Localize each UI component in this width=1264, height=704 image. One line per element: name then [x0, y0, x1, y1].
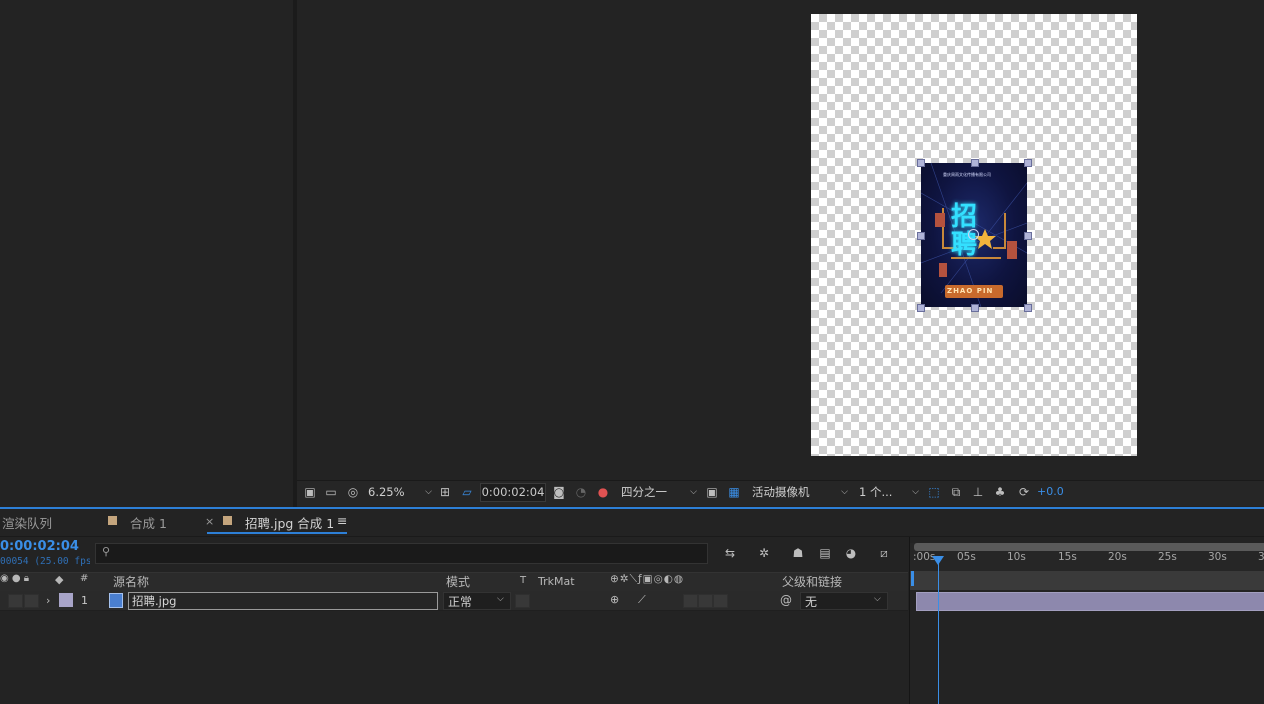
fast-previews-icon[interactable]: ⧉	[948, 485, 964, 499]
poster-top-text: 重庆周雨文化传播有限公司	[943, 172, 991, 177]
flowchart-icon[interactable]: ♣	[992, 485, 1008, 499]
always-preview-icon[interactable]: ▣	[302, 485, 318, 499]
views-dropdown[interactable]: 1 个... ⌵	[859, 484, 919, 500]
ruler-label-25: 25s	[1158, 551, 1177, 563]
solo-toggle[interactable]	[24, 594, 39, 608]
transform-handle-b[interactable]	[971, 304, 979, 312]
transform-handle-t[interactable]	[971, 159, 979, 167]
transform-handle-r[interactable]	[1024, 232, 1032, 240]
work-area-start-handle[interactable]	[911, 571, 914, 586]
transparency-grid-icon[interactable]: ▦	[726, 485, 742, 499]
layer-switches-icons: ⊕✲⟍ƒ▣◎◐◍	[610, 573, 685, 585]
header-source-name[interactable]: 源名称	[113, 573, 149, 590]
pick-whip-icon[interactable]: @	[780, 593, 792, 607]
close-tab-icon[interactable]: ×	[205, 515, 214, 528]
draft-3d-icon[interactable]: ✲	[756, 546, 772, 560]
mask-path-icon[interactable]: ▱	[459, 485, 475, 499]
header-parent: 父级和链接	[782, 575, 843, 589]
active-comp-color-swatch	[223, 516, 232, 525]
timeline-current-time[interactable]: 0:00:02:04	[0, 539, 79, 554]
adjustment-layer-switch[interactable]	[698, 594, 713, 608]
timeline-icon[interactable]: ⊥	[970, 485, 986, 499]
title-safe-icon[interactable]: ⊞	[437, 485, 453, 499]
layer-duration-bar[interactable]	[916, 592, 1264, 611]
timeline-tabbar	[0, 509, 1264, 537]
video-toggle[interactable]	[8, 594, 23, 608]
exposure-value[interactable]: +0.0	[1037, 485, 1064, 498]
playhead-handle[interactable]	[932, 556, 944, 565]
reset-exposure-icon[interactable]: ⟳	[1016, 485, 1032, 499]
motion-blur-switch[interactable]	[683, 594, 698, 608]
label-icon[interactable]: ◆	[55, 573, 63, 586]
ruler-label-15: 15s	[1058, 551, 1077, 563]
frame-blending-icon[interactable]: ▤	[817, 546, 833, 560]
layer-number: 1	[81, 594, 88, 607]
header-trkmat: TrkMat	[538, 575, 575, 588]
transform-handle-bl[interactable]	[917, 304, 925, 312]
project-panel	[0, 0, 293, 507]
zoom-value: 6.25%	[368, 485, 405, 499]
tab-comp1[interactable]: 合成 1	[130, 513, 167, 532]
comp1-color-swatch	[108, 516, 117, 525]
hide-shy-layers-icon[interactable]: ☗	[790, 546, 806, 560]
time-navigator-bar[interactable]	[914, 543, 1264, 551]
ruler-label-10: 10s	[1007, 551, 1026, 563]
channel-rgb-icon[interactable]: ●	[595, 485, 611, 499]
mode-caret-icon: ⌵	[497, 594, 504, 604]
shy-switch-icon[interactable]: ⊕	[610, 593, 619, 606]
ruler-label-35: 3	[1258, 551, 1264, 563]
transform-handle-br[interactable]	[1024, 304, 1032, 312]
comp-mini-flowchart-icon[interactable]: ⇆	[722, 546, 738, 560]
tab-render-queue[interactable]: 渲染队列	[2, 513, 52, 532]
expand-chevron-icon[interactable]: ›	[46, 594, 50, 607]
snapshot-icon[interactable]: ◙	[551, 485, 567, 499]
parent-caret-icon: ⌵	[874, 594, 881, 604]
toggle-pixel-aspect-icon[interactable]: ⬚	[926, 485, 942, 499]
av-features-icon[interactable]: ◉ ● 🔒︎	[0, 573, 29, 584]
poster-subtitle: ZHAO PIN	[947, 287, 994, 295]
ruler-label-20: 20s	[1108, 551, 1127, 563]
show-snapshot-icon[interactable]: ◔	[573, 485, 589, 499]
frame-fps-info: 00054 (25.00 fps)	[0, 556, 90, 567]
resolution-value: 四分之一	[621, 485, 667, 499]
region-of-interest-icon[interactable]: ▣	[704, 485, 720, 499]
views-value: 1 个...	[859, 485, 893, 499]
zoom-dropdown[interactable]: 6.25% ⌵	[368, 484, 432, 500]
3d-layer-switch[interactable]	[713, 594, 728, 608]
image-file-icon	[109, 593, 123, 608]
playhead-line[interactable]	[938, 557, 939, 704]
graph-editor-icon[interactable]: ⧄	[876, 546, 892, 560]
work-area-bar[interactable]	[910, 571, 1264, 590]
camera-dropdown[interactable]: 活动摄像机 ⌵	[752, 484, 848, 500]
quality-switch-icon[interactable]: ⟋	[638, 593, 646, 607]
motion-blur-icon[interactable]: ◕	[843, 546, 859, 560]
camera-value: 活动摄像机	[752, 485, 810, 499]
transform-handle-tl[interactable]	[917, 159, 925, 167]
monitor-icon[interactable]: ▭	[323, 485, 339, 499]
ruler-label-5: 05s	[957, 551, 976, 563]
transform-handle-tr[interactable]	[1024, 159, 1032, 167]
preserve-transparency-toggle[interactable]	[515, 594, 530, 608]
mode-value: 正常	[448, 595, 473, 609]
layer-search-input[interactable]	[95, 543, 708, 564]
header-t: T	[520, 575, 527, 586]
header-layer-number: #	[80, 573, 89, 584]
current-time-field[interactable]: 0:00:02:04	[480, 483, 546, 502]
resolution-dropdown[interactable]: 四分之一 ⌵	[621, 484, 697, 500]
transform-handle-l[interactable]	[917, 232, 925, 240]
header-mode: 模式	[446, 575, 471, 589]
active-tab-underline	[207, 532, 347, 534]
anchor-point-icon[interactable]	[968, 229, 979, 240]
tab-active-comp[interactable]: 招聘.jpg 合成 1	[245, 513, 334, 532]
layer-name: 招聘.jpg	[132, 594, 177, 608]
layer-label-color[interactable]	[59, 593, 73, 607]
parent-value: 无	[805, 595, 818, 609]
ruler-label-30: 30s	[1208, 551, 1227, 563]
mask-visibility-icon[interactable]: ◎	[345, 485, 361, 499]
tab-menu-icon[interactable]: ≡	[337, 513, 347, 528]
search-icon: ⚲	[102, 545, 111, 558]
